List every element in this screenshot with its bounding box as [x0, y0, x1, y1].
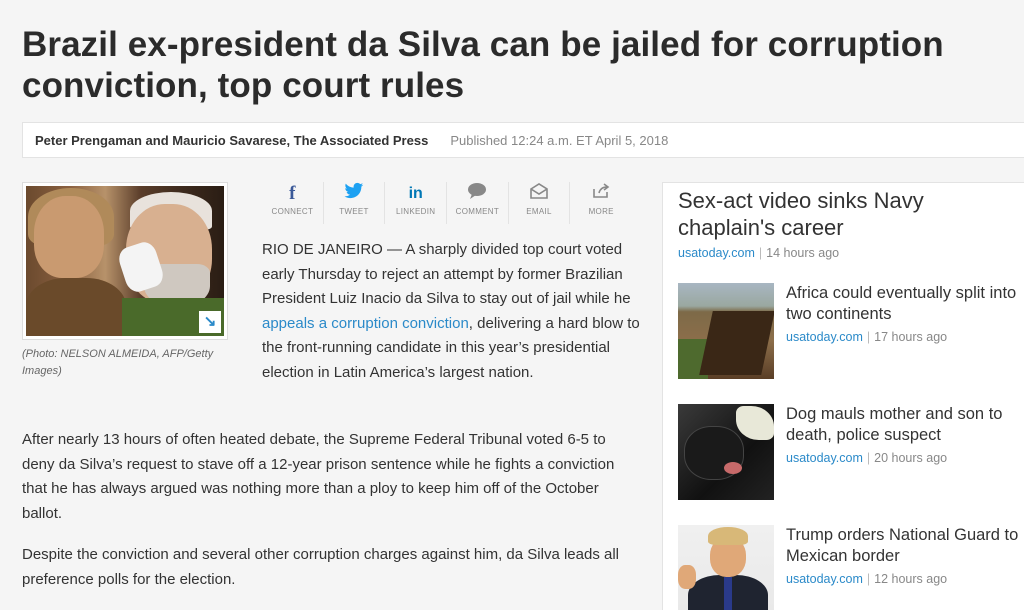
share-more-button[interactable]: MORE: [570, 182, 632, 224]
story-title[interactable]: Africa could eventually split into two c…: [786, 283, 1024, 325]
email-icon: [530, 182, 548, 206]
story-title[interactable]: Dog mauls mother and son to death, polic…: [786, 404, 1024, 446]
story-meta: usatoday.com | 12 hours ago: [786, 572, 1024, 586]
sidebar-top-story-title[interactable]: Sex-act video sinks Navy chaplain's care…: [678, 187, 1018, 241]
article-lede: RIO DE JANEIRO — A sharply divided top c…: [262, 238, 642, 385]
share-tweet-button[interactable]: TWEET: [324, 182, 386, 224]
share-label: TWEET: [339, 207, 369, 216]
byline-authors: Peter Prengaman and Mauricio Savarese, T…: [35, 132, 429, 148]
lede-text: RIO DE JANEIRO — A sharply divided top c…: [262, 241, 631, 307]
story-thumbnail[interactable]: [678, 404, 774, 500]
story-meta: usatoday.com | 17 hours ago: [786, 330, 1024, 344]
sidebar-story-item[interactable]: Trump orders National Guard to Mexican b…: [678, 525, 1024, 610]
story-time: 12 hours ago: [874, 572, 948, 586]
story-source-link[interactable]: usatoday.com: [786, 330, 863, 344]
meta-separator: |: [866, 572, 871, 586]
meta-separator: |: [866, 451, 871, 465]
story-source-link[interactable]: usatoday.com: [678, 246, 755, 260]
byline-bar: Peter Prengaman and Mauricio Savarese, T…: [22, 122, 1024, 158]
appeals-conviction-link[interactable]: appeals a corruption conviction: [262, 315, 469, 332]
share-connect-button[interactable]: f CONNECT: [262, 182, 324, 224]
share-icon: [592, 182, 610, 206]
story-source-link[interactable]: usatoday.com: [786, 451, 863, 465]
share-email-button[interactable]: EMAIL: [509, 182, 571, 224]
article-paragraph: After nearly 13 hours of often heated de…: [22, 431, 615, 522]
share-label: EMAIL: [526, 207, 552, 216]
story-time: 17 hours ago: [874, 330, 948, 344]
share-label: LINKEDIN: [396, 207, 436, 216]
share-label: CONNECT: [271, 207, 314, 216]
sidebar-story-item[interactable]: Africa could eventually split into two c…: [678, 283, 1024, 381]
sidebar-story-item[interactable]: Dog mauls mother and son to death, polic…: [678, 404, 1024, 502]
story-source-link[interactable]: usatoday.com: [786, 572, 863, 586]
share-bar: f CONNECT TWEET in LINKEDIN COMMENT EMAI…: [262, 182, 632, 224]
share-linkedin-button[interactable]: in LINKEDIN: [385, 182, 448, 224]
linkedin-icon: in: [408, 185, 423, 202]
comment-icon: [467, 182, 487, 206]
share-comment-button[interactable]: COMMENT: [447, 182, 509, 224]
related-stories-sidebar: Sex-act video sinks Navy chaplain's care…: [662, 182, 1024, 610]
facebook-icon: f: [289, 183, 296, 204]
article-headline: Brazil ex-president da Silva can be jail…: [22, 25, 944, 105]
story-title[interactable]: Trump orders National Guard to Mexican b…: [786, 525, 1024, 567]
published-timestamp: Published 12:24 a.m. ET April 5, 2018: [450, 132, 669, 148]
story-time: 20 hours ago: [874, 451, 948, 465]
meta-separator: |: [758, 246, 763, 260]
share-label: COMMENT: [455, 207, 500, 216]
photo-caption: (Photo: NELSON ALMEIDA, AFP/Getty Images…: [22, 348, 214, 377]
twitter-icon: [344, 182, 364, 206]
lead-photo-image[interactable]: ↘: [26, 186, 224, 336]
article-paragraph: Despite the conviction and several other…: [22, 546, 619, 588]
lead-photo[interactable]: ↘: [22, 182, 228, 340]
story-thumbnail[interactable]: [678, 525, 774, 610]
story-meta: usatoday.com | 20 hours ago: [786, 451, 1024, 465]
story-thumbnail[interactable]: [678, 283, 774, 379]
meta-separator: |: [866, 330, 871, 344]
expand-photo-icon[interactable]: ↘: [199, 311, 221, 333]
share-label: MORE: [588, 207, 614, 216]
story-time: 14 hours ago: [766, 246, 840, 260]
sidebar-top-story[interactable]: Sex-act video sinks Navy chaplain's care…: [678, 187, 1018, 260]
story-meta: usatoday.com | 14 hours ago: [678, 246, 1018, 260]
